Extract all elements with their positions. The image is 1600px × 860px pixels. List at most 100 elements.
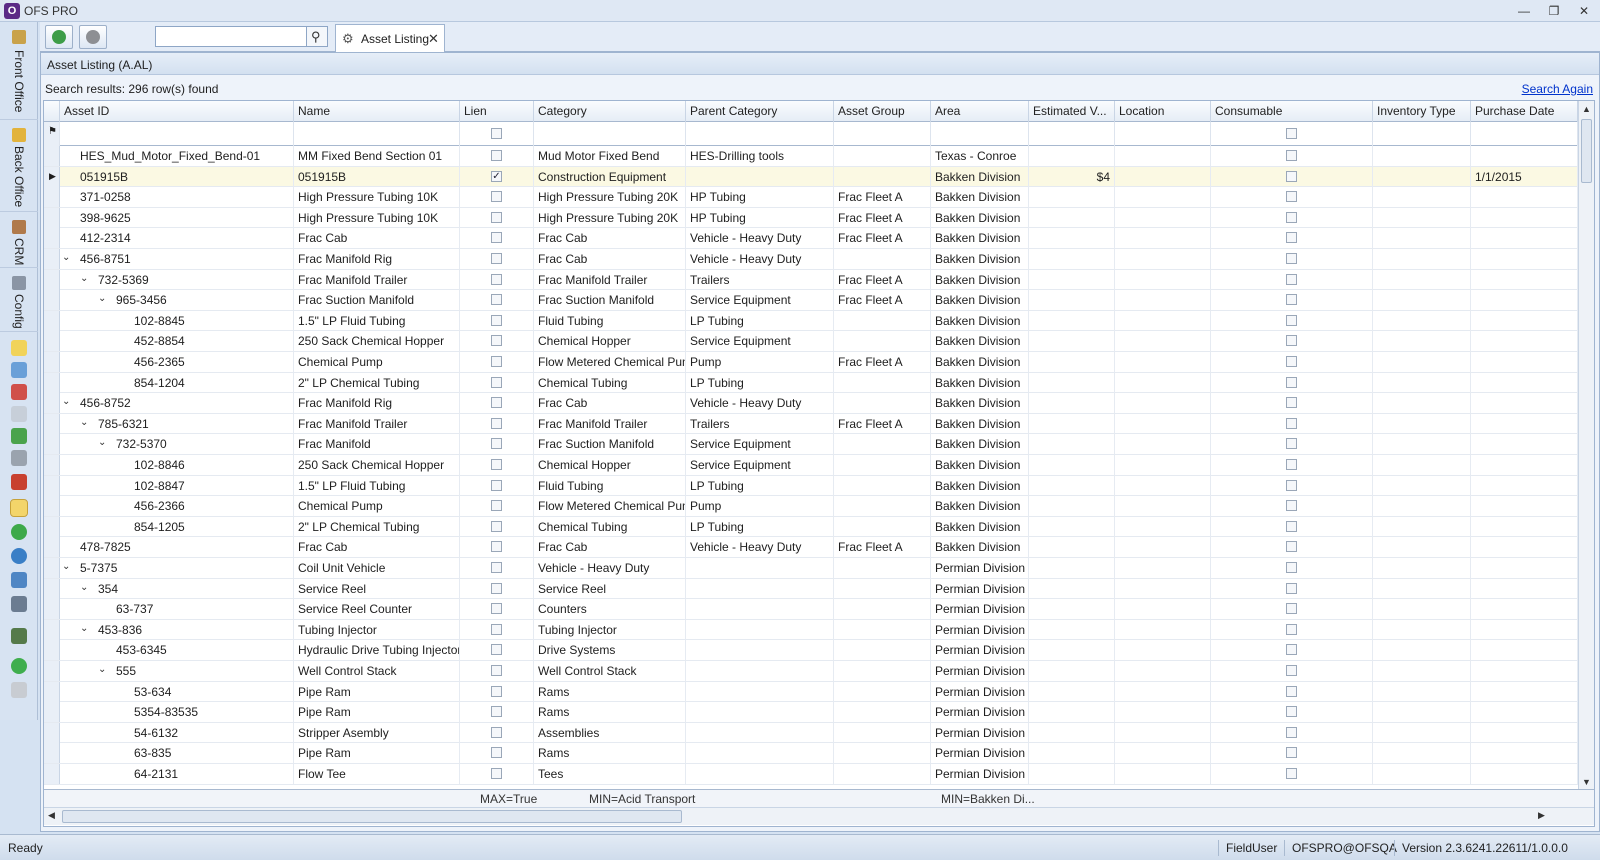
col-inventory-type-cell[interactable] — [1373, 352, 1471, 372]
col-inventory-type-cell[interactable] — [1373, 413, 1471, 434]
col-asset-id-cell[interactable]: HES_Mud_Motor_Fixed_Bend-01 — [60, 146, 294, 166]
col-asset-id-cell[interactable]: ⌄ 5-7375 — [60, 558, 294, 578]
table-row[interactable]: ⌄ 785-6321 Frac Manifold Trailer Frac Manif… — [44, 413, 1594, 435]
lien-checkbox[interactable] — [491, 459, 502, 470]
col-estimated-value-cell[interactable] — [1029, 516, 1115, 537]
table-row[interactable]: ⌄ 354 Service Reel Service Reel Permian Divi… — [44, 578, 1594, 600]
col-estimated-value-cell[interactable] — [1029, 249, 1115, 269]
col-asset-id-cell[interactable]: 453-6345 — [60, 640, 294, 661]
col-parent-category-cell[interactable]: Vehicle - Heavy Duty — [686, 537, 834, 558]
row-indicator[interactable] — [44, 352, 60, 372]
col-area-cell[interactable]: Bakken Division — [931, 475, 1029, 496]
col-category-cell[interactable]: Assemblies — [534, 722, 686, 743]
col-asset-group-cell[interactable]: Frac Fleet A — [834, 290, 931, 311]
col-asset-id-cell[interactable]: ⌄ 456-8752 — [60, 393, 294, 414]
col-asset-id-cell[interactable]: 102-8845 — [60, 310, 294, 331]
col-purchase-date-header[interactable]: Purchase Date — [1471, 101, 1578, 122]
table-row[interactable]: ⌄ 5-7375 Coil Unit Vehicle Vehicle - Heavy … — [44, 558, 1594, 579]
col-asset-group-cell[interactable] — [834, 619, 931, 640]
row-indicator[interactable] — [44, 578, 60, 599]
col-asset-group-cell[interactable] — [834, 166, 931, 187]
table-row[interactable]: HES_Mud_Motor_Fixed_Bend-01 MM Fixed Bend… — [44, 146, 1594, 167]
col-inventory-type-filter[interactable] — [1373, 122, 1471, 146]
col-area-cell[interactable]: Permian Division — [931, 578, 1029, 599]
col-estimated-value-cell[interactable] — [1029, 764, 1115, 784]
col-name-cell[interactable]: Pipe Ram — [294, 681, 460, 702]
col-name-filter[interactable] — [294, 122, 460, 146]
row-indicator[interactable] — [44, 537, 60, 558]
lien-checkbox[interactable] — [491, 726, 502, 738]
col-location-cell[interactable] — [1115, 393, 1211, 414]
col-estimated-value-cell[interactable] — [1029, 558, 1115, 578]
col-location-cell[interactable] — [1115, 413, 1211, 434]
col-area-cell[interactable]: Bakken Division — [931, 290, 1029, 311]
col-estimated-value-cell[interactable] — [1029, 455, 1115, 475]
col-inventory-type-cell[interactable] — [1373, 249, 1471, 269]
col-asset-id-filter[interactable] — [60, 122, 294, 146]
col-purchase-date-cell[interactable] — [1471, 516, 1578, 537]
col-name-cell[interactable]: Frac Manifold — [294, 434, 460, 455]
col-asset-id-cell[interactable]: ⌄ 453-836 — [60, 619, 294, 640]
col-asset-id-cell[interactable]: 53-634 — [60, 681, 294, 702]
vertical-scrollbar[interactable]: ▲ ▼ — [1578, 101, 1594, 791]
col-location-cell[interactable] — [1115, 558, 1211, 578]
row-indicator[interactable] — [44, 290, 60, 311]
lien-checkbox[interactable] — [491, 417, 502, 429]
row-indicator[interactable] — [44, 681, 60, 702]
col-parent-category-cell[interactable] — [686, 661, 834, 681]
row-indicator[interactable] — [44, 599, 60, 620]
col-area-cell[interactable]: Bakken Division — [931, 269, 1029, 290]
col-name-cell[interactable]: Frac Cab — [294, 537, 460, 558]
col-inventory-type-cell[interactable] — [1373, 558, 1471, 578]
consumable-checkbox[interactable] — [1286, 376, 1297, 388]
row-indicator[interactable] — [44, 475, 60, 496]
col-asset-group-cell[interactable] — [834, 496, 931, 517]
col-parent-category-cell[interactable]: Service Equipment — [686, 331, 834, 352]
consumable-checkbox[interactable] — [1286, 562, 1297, 573]
col-name-cell[interactable]: Frac Suction Manifold — [294, 290, 460, 311]
col-asset-id-cell[interactable]: ⌄ 354 — [60, 578, 294, 599]
lien-checkbox[interactable] — [491, 644, 502, 656]
col-location-filter[interactable] — [1115, 122, 1211, 146]
col-purchase-date-cell[interactable] — [1471, 681, 1578, 702]
table-row[interactable]: ▶ 051915B 051915B ✓ Construction Equipment Ba… — [44, 166, 1594, 188]
col-category-cell[interactable]: Chemical Hopper — [534, 455, 686, 475]
lien-checkbox[interactable] — [491, 376, 502, 388]
col-location-cell[interactable] — [1115, 146, 1211, 166]
col-area-cell[interactable]: Bakken Division — [931, 249, 1029, 269]
col-location-cell[interactable] — [1115, 434, 1211, 455]
search-input[interactable] — [155, 26, 307, 47]
col-category-cell[interactable]: Service Reel — [534, 578, 686, 599]
lien-checkbox[interactable] — [491, 747, 502, 759]
calculator-icon[interactable] — [11, 596, 27, 612]
row-indicator[interactable] — [44, 619, 60, 640]
col-purchase-date-cell[interactable] — [1471, 290, 1578, 311]
col-asset-group-cell[interactable] — [834, 743, 931, 764]
col-purchase-date-filter[interactable] — [1471, 122, 1578, 146]
col-inventory-type-cell[interactable] — [1373, 764, 1471, 784]
col-estimated-value-cell[interactable] — [1029, 722, 1115, 743]
col-inventory-type-cell[interactable] — [1373, 187, 1471, 208]
col-location-cell[interactable] — [1115, 290, 1211, 311]
col-name-cell[interactable]: Chemical Pump — [294, 496, 460, 517]
col-name-cell[interactable]: Frac Manifold Rig — [294, 249, 460, 269]
col-asset-group-cell[interactable] — [834, 722, 931, 743]
col-purchase-date-cell[interactable] — [1471, 619, 1578, 640]
restore-button[interactable]: ❐ — [1543, 3, 1565, 19]
close-window-button[interactable]: ✕ — [1573, 3, 1595, 19]
consumable-checkbox[interactable] — [1286, 170, 1297, 182]
col-asset-id-cell[interactable]: 478-7825 — [60, 537, 294, 558]
col-parent-category-cell[interactable] — [686, 681, 834, 702]
col-asset-group-cell[interactable] — [834, 331, 931, 352]
col-area-cell[interactable]: Permian Division — [931, 661, 1029, 681]
table-row[interactable]: 398-9625 High Pressure Tubing 10K High Pre… — [44, 207, 1594, 229]
col-asset-id-cell[interactable]: 398-9625 — [60, 207, 294, 228]
col-area-cell[interactable]: Permian Division — [931, 599, 1029, 620]
col-asset-group-cell[interactable] — [834, 764, 931, 784]
nav-crm[interactable]: CRM — [0, 212, 38, 268]
col-parent-category-cell[interactable]: HP Tubing — [686, 207, 834, 228]
col-name-cell[interactable]: 250 Sack Chemical Hopper — [294, 331, 460, 352]
col-location-cell[interactable] — [1115, 516, 1211, 537]
col-inventory-type-cell[interactable] — [1373, 146, 1471, 166]
col-purchase-date-cell[interactable] — [1471, 331, 1578, 352]
